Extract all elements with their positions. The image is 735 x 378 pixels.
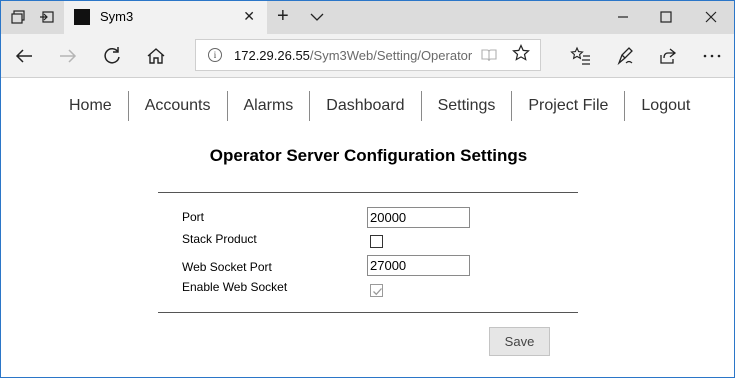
book-icon[interactable] bbox=[481, 48, 497, 62]
page-title: Operator Server Configuration Settings bbox=[209, 146, 528, 165]
enable-web-socket-label: Enable Web Socket bbox=[182, 280, 288, 294]
web-socket-port-label: Web Socket Port bbox=[182, 260, 272, 274]
bottom-divider bbox=[158, 312, 578, 313]
refresh-icon[interactable] bbox=[100, 44, 124, 68]
navigation-bar: i 172.29.26.55/Sym3Web/Setting/Operator bbox=[1, 34, 734, 78]
check-icon bbox=[373, 288, 382, 296]
menu-item-logout[interactable]: Logout bbox=[625, 91, 706, 121]
main-menu: Home Accounts Alarms Dashboard Settings … bbox=[53, 91, 706, 121]
web-socket-port-input[interactable] bbox=[367, 255, 470, 276]
stack-product-label: Stack Product bbox=[182, 232, 257, 246]
enable-web-socket-checkbox[interactable] bbox=[370, 284, 383, 297]
port-input[interactable] bbox=[367, 207, 470, 228]
tab-favicon-icon bbox=[74, 9, 90, 25]
new-tab-icon[interactable]: + bbox=[277, 5, 289, 27]
active-tab[interactable]: Sym3 ✕ bbox=[64, 1, 267, 34]
forward-arrow-icon[interactable] bbox=[56, 44, 80, 68]
chevron-down-icon[interactable] bbox=[309, 9, 325, 25]
star-icon[interactable] bbox=[512, 44, 530, 67]
window-close-icon[interactable] bbox=[701, 7, 721, 27]
tab-title: Sym3 bbox=[100, 9, 134, 24]
minimize-icon[interactable] bbox=[613, 7, 633, 27]
address-url[interactable]: 172.29.26.55/Sym3Web/Setting/Operator bbox=[234, 48, 472, 63]
browser-window: Sym3 ✕ + i 172.29.26.55/Sym3Web/Setting/… bbox=[0, 0, 735, 378]
close-icon[interactable]: ✕ bbox=[243, 8, 255, 25]
address-host: 172.29.26.55 bbox=[234, 48, 310, 63]
address-bar[interactable]: i 172.29.26.55/Sym3Web/Setting/Operator bbox=[195, 39, 541, 71]
favorites-list-icon[interactable] bbox=[569, 44, 593, 68]
address-path: /Sym3Web/Setting/Operator bbox=[309, 48, 473, 63]
stack-product-checkbox[interactable] bbox=[370, 235, 383, 248]
top-divider bbox=[158, 192, 578, 193]
save-button[interactable]: Save bbox=[489, 327, 550, 356]
menu-item-project-file[interactable]: Project File bbox=[512, 91, 626, 121]
back-arrow-icon[interactable] bbox=[12, 44, 36, 68]
maximize-icon[interactable] bbox=[656, 7, 676, 27]
share-icon[interactable] bbox=[656, 44, 680, 68]
home-icon[interactable] bbox=[144, 44, 168, 68]
menu-item-dashboard[interactable]: Dashboard bbox=[310, 91, 422, 121]
pen-icon[interactable] bbox=[613, 44, 637, 68]
menu-item-home[interactable]: Home bbox=[53, 91, 129, 121]
port-label: Port bbox=[182, 210, 205, 224]
site-info-icon[interactable]: i bbox=[208, 48, 222, 62]
menu-item-settings[interactable]: Settings bbox=[422, 91, 513, 121]
title-bar: Sym3 ✕ + bbox=[1, 1, 734, 34]
set-tabs-aside-icon[interactable] bbox=[39, 9, 55, 25]
menu-item-accounts[interactable]: Accounts bbox=[129, 91, 228, 121]
more-options-icon[interactable] bbox=[700, 44, 724, 68]
menu-item-alarms[interactable]: Alarms bbox=[228, 91, 311, 121]
tab-manager-icon[interactable] bbox=[10, 9, 26, 25]
